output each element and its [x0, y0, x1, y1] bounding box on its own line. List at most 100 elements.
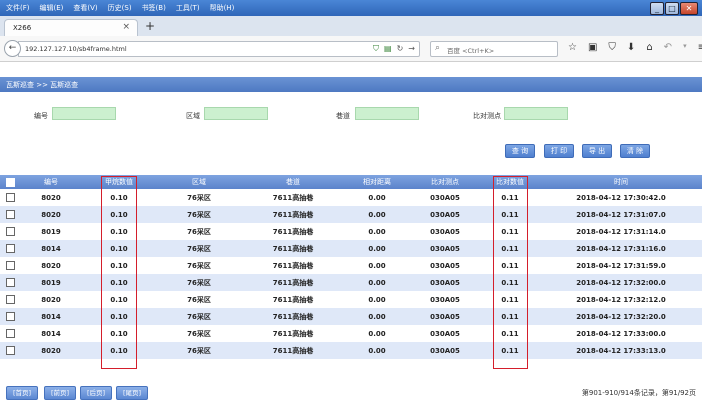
- cell-time: 2018-04-12 17:33:13.0: [540, 342, 702, 359]
- dropdown-icon[interactable]: ▾: [683, 42, 687, 53]
- roadway-input[interactable]: [355, 107, 419, 120]
- bookmark-star-icon[interactable]: ☆: [568, 42, 577, 53]
- minimize-button[interactable]: _: [650, 2, 664, 15]
- table-row[interactable]: 8020 0.10 76采区 7611高抽巷 0.00 030A05 0.11 2018-04…: [0, 206, 702, 223]
- row-checkbox[interactable]: [5, 346, 15, 355]
- menu-edit[interactable]: 编辑(E): [40, 3, 64, 13]
- last-page-button[interactable]: [尾页]: [116, 386, 148, 400]
- row-select-cell[interactable]: [0, 206, 20, 223]
- back-button[interactable]: ←: [4, 40, 21, 57]
- cell-compare-value: 0.11: [480, 325, 540, 342]
- menu-file[interactable]: 文件(F): [6, 3, 30, 13]
- row-select-cell[interactable]: [0, 308, 20, 325]
- area-input[interactable]: [204, 107, 268, 120]
- cell-methane-value: 0.10: [82, 342, 156, 359]
- cell-relative-distance: 0.00: [344, 342, 410, 359]
- first-page-button[interactable]: [首页]: [6, 386, 38, 400]
- cell-compare-point: 030A05: [410, 240, 480, 257]
- row-select-cell[interactable]: [0, 325, 20, 342]
- back-arrow-icon: ←: [8, 43, 17, 53]
- row-checkbox[interactable]: [5, 329, 15, 338]
- menu-history[interactable]: 历史(S): [108, 3, 132, 13]
- table-row[interactable]: 8020 0.10 76采区 7611高抽巷 0.00 030A05 0.11 2018-04…: [0, 189, 702, 206]
- cell-compare-value: 0.11: [480, 206, 540, 223]
- row-checkbox[interactable]: [5, 278, 15, 287]
- table-row[interactable]: 8020 0.10 76采区 7611高抽巷 0.00 030A05 0.11 2018-04…: [0, 342, 702, 359]
- compare-point-input[interactable]: [504, 107, 568, 120]
- select-all-cell[interactable]: [0, 175, 20, 189]
- area-label: 区域: [186, 112, 200, 120]
- cell-methane-value: 0.10: [82, 257, 156, 274]
- url-bar[interactable]: 192.127.127.10/sb4frame.html ⛉ ▤ ↻ →: [18, 41, 420, 57]
- cell-relative-distance: 0.00: [344, 274, 410, 291]
- window-controls: _ □ ✕: [650, 2, 698, 15]
- table-row[interactable]: 8019 0.10 76采区 7611高抽巷 0.00 030A05 0.11 2018-04…: [0, 274, 702, 291]
- row-select-cell[interactable]: [0, 189, 20, 206]
- table-row[interactable]: 8020 0.10 76采区 7611高抽巷 0.00 030A05 0.11 2018-04…: [0, 291, 702, 308]
- next-page-button[interactable]: [后页]: [80, 386, 112, 400]
- cell-number: 8020: [20, 189, 82, 206]
- row-select-cell[interactable]: [0, 291, 20, 308]
- forward-arrow-icon[interactable]: →: [408, 44, 415, 54]
- search-placeholder: 百度 <Ctrl+K>: [447, 47, 495, 55]
- row-select-cell[interactable]: [0, 274, 20, 291]
- reload-icon[interactable]: ↻: [397, 44, 404, 54]
- row-checkbox[interactable]: [5, 312, 15, 321]
- query-button[interactable]: 查 询: [505, 144, 535, 158]
- row-checkbox[interactable]: [5, 244, 15, 253]
- row-select-cell[interactable]: [0, 240, 20, 257]
- download-icon[interactable]: ⬇: [627, 42, 635, 53]
- compare-point-label: 比对测点: [473, 112, 501, 120]
- table-row[interactable]: 8014 0.10 76采区 7611高抽巷 0.00 030A05 0.11 2018-04…: [0, 325, 702, 342]
- reader-icon[interactable]: ▤: [384, 44, 392, 54]
- pocket-icon[interactable]: ⛉: [608, 42, 616, 53]
- row-select-cell[interactable]: [0, 257, 20, 274]
- table-row[interactable]: 8020 0.10 76采区 7611高抽巷 0.00 030A05 0.11 2018-04…: [0, 257, 702, 274]
- select-all-checkbox[interactable]: [5, 177, 15, 187]
- row-select-cell[interactable]: [0, 223, 20, 240]
- maximize-button[interactable]: □: [665, 2, 679, 15]
- row-checkbox[interactable]: [5, 261, 15, 270]
- hamburger-menu-icon[interactable]: ≡: [698, 42, 702, 53]
- cell-area: 76采区: [156, 240, 242, 257]
- row-checkbox[interactable]: [5, 193, 15, 202]
- tab-close-icon[interactable]: ×: [122, 22, 130, 32]
- table-row[interactable]: 8014 0.10 76采区 7611高抽巷 0.00 030A05 0.11 2018-04…: [0, 308, 702, 325]
- menu-bookmarks[interactable]: 书签(B): [142, 3, 166, 13]
- column-header-methane-value: 甲烷数值: [82, 175, 156, 189]
- row-select-cell[interactable]: [0, 342, 20, 359]
- undo-icon[interactable]: ↶: [664, 42, 672, 53]
- print-button[interactable]: 打 印: [544, 144, 574, 158]
- url-icons: ⛉ ▤ ↻ →: [373, 44, 415, 54]
- library-icon[interactable]: ▣: [588, 42, 597, 53]
- cell-area: 76采区: [156, 189, 242, 206]
- home-icon[interactable]: ⌂: [646, 42, 652, 53]
- export-button[interactable]: 导 出: [582, 144, 612, 158]
- number-input[interactable]: [52, 107, 116, 120]
- row-checkbox[interactable]: [5, 210, 15, 219]
- browser-tab[interactable]: X266 ×: [4, 19, 138, 36]
- breadcrumb-text: 瓦斯巡查 >> 瓦斯巡查: [6, 81, 79, 89]
- row-checkbox[interactable]: [5, 295, 15, 304]
- cell-methane-value: 0.10: [82, 291, 156, 308]
- menu-help[interactable]: 帮助(H): [210, 3, 235, 13]
- shield-icon[interactable]: ⛉: [373, 44, 379, 54]
- prev-page-button[interactable]: [前页]: [44, 386, 76, 400]
- tab-bar: X266 × +: [0, 16, 702, 36]
- cell-number: 8020: [20, 291, 82, 308]
- row-checkbox[interactable]: [5, 227, 15, 236]
- cell-time: 2018-04-12 17:31:07.0: [540, 206, 702, 223]
- cell-roadway: 7611高抽巷: [242, 206, 344, 223]
- menu-tools[interactable]: 工具(T): [176, 3, 200, 13]
- pager-info: 第901-910/914条记录，第91/92页: [581, 389, 696, 397]
- search-bar[interactable]: ⌕ 百度 <Ctrl+K>: [430, 41, 558, 57]
- cell-relative-distance: 0.00: [344, 240, 410, 257]
- table-row[interactable]: 8019 0.10 76采区 7611高抽巷 0.00 030A05 0.11 2018-04…: [0, 223, 702, 240]
- data-table: 编号 甲烷数值 区域 巷道 相对距离 比对测点 比对数值 时间 8020 0.10…: [0, 175, 702, 359]
- close-window-button[interactable]: ✕: [680, 2, 698, 15]
- clear-button[interactable]: 清 除: [620, 144, 650, 158]
- new-tab-button[interactable]: +: [145, 19, 155, 33]
- cell-methane-value: 0.10: [82, 206, 156, 223]
- menu-view[interactable]: 查看(V): [73, 3, 97, 13]
- table-row[interactable]: 8014 0.10 76采区 7611高抽巷 0.00 030A05 0.11 2018-04…: [0, 240, 702, 257]
